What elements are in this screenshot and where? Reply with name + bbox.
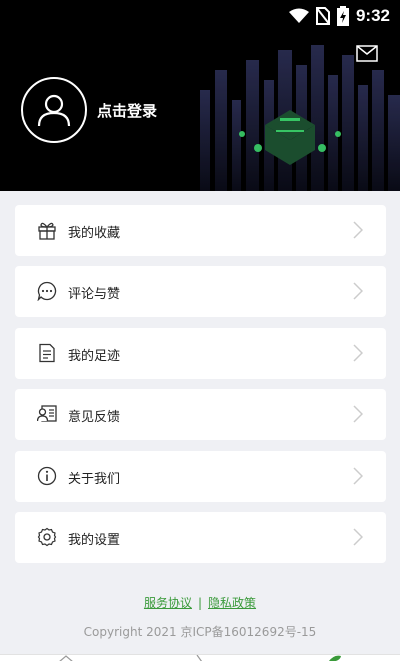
- menu-item-comments-likes[interactable]: 评论与赞: [15, 266, 386, 318]
- menu-item-label: 关于我们: [68, 471, 121, 487]
- no-sim-icon: [315, 7, 330, 25]
- document-icon: [39, 343, 55, 362]
- menu-item-about-us[interactable]: 关于我们: [15, 450, 386, 502]
- status-bar: 9:32: [0, 0, 400, 32]
- discover-tab-icon[interactable]: [195, 655, 205, 661]
- menu-item-favorites[interactable]: 我的收藏: [15, 205, 386, 256]
- profile-header: 9:32 点击登录: [0, 0, 400, 191]
- menu-item-label: 我的足迹: [68, 348, 121, 364]
- menu-item-label: 意见反馈: [68, 410, 121, 426]
- feedback-icon: [37, 405, 57, 422]
- user-icon: [37, 94, 71, 127]
- menu-item-label: 我的收藏: [68, 226, 121, 241]
- status-time: 9:32: [355, 6, 390, 25]
- chevron-right-icon: [353, 344, 363, 362]
- copyright-text: Copyright 2021 京ICP备16012692号-15: [83, 625, 317, 639]
- gear-icon: [37, 527, 57, 547]
- chevron-right-icon: [353, 528, 363, 546]
- chevron-right-icon: [353, 221, 363, 239]
- comment-icon: [37, 282, 57, 302]
- menu-item-history[interactable]: 我的足迹: [15, 327, 386, 379]
- login-link[interactable]: 点击登录: [97, 100, 157, 121]
- privacy-policy-link[interactable]: 隐私政策: [208, 596, 256, 610]
- mail-icon[interactable]: [356, 45, 378, 62]
- menu-item-label: 我的设置: [68, 532, 121, 548]
- info-icon: [37, 466, 57, 485]
- profile-tab-icon[interactable]: [326, 655, 342, 661]
- avatar[interactable]: [21, 77, 87, 143]
- menu-item-label: 评论与赞: [68, 287, 121, 303]
- menu-item-settings[interactable]: 我的设置: [15, 511, 386, 563]
- battery-charging-icon: [336, 6, 349, 26]
- gift-icon: [38, 222, 56, 240]
- menu-item-feedback[interactable]: 意见反馈: [15, 389, 386, 441]
- chevron-right-icon: [353, 282, 363, 300]
- link-separator: |: [197, 596, 203, 610]
- menu-list: 我的收藏 评论与赞 我的足迹 意见反馈 关于我们 我的设置: [15, 205, 386, 573]
- service-agreement-link[interactable]: 服务协议: [144, 596, 192, 610]
- chevron-right-icon: [353, 405, 363, 423]
- footer-links: 服务协议 | 隐私政策: [0, 594, 400, 611]
- bottom-tab-bar[interactable]: [0, 654, 400, 661]
- chevron-right-icon: [353, 467, 363, 485]
- wifi-icon: [288, 8, 309, 23]
- home-tab-icon[interactable]: [58, 655, 74, 661]
